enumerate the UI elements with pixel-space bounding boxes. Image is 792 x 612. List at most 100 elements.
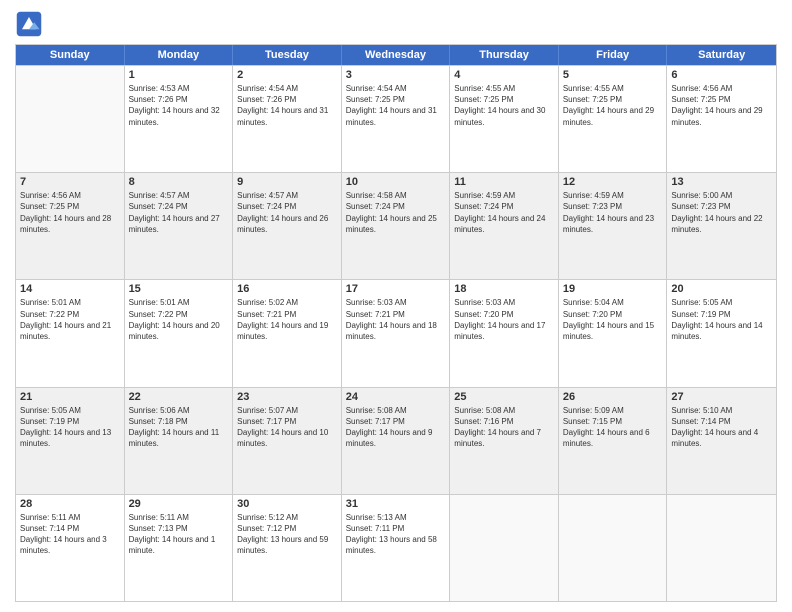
day-cell-27: 27Sunrise: 5:10 AM Sunset: 7:14 PM Dayli…	[667, 388, 776, 494]
day-cell-11: 11 Sunrise: 4:59 AM Sunset: 7:24 PM Dayli…	[450, 173, 559, 279]
day-number: 1	[129, 69, 229, 81]
cell-info: Sunrise: 5:08 AM Sunset: 7:16 PM Dayligh…	[454, 405, 554, 450]
day-cell-7: 7 Sunrise: 4:56 AM Sunset: 7:25 PM Daylig…	[16, 173, 125, 279]
day-number: 19	[563, 283, 663, 295]
day-cell-4: 4Sunrise: 4:55 AM Sunset: 7:25 PM Daylig…	[450, 66, 559, 172]
day-cell-9: 9 Sunrise: 4:57 AM Sunset: 7:24 PM Daylig…	[233, 173, 342, 279]
day-number: 6	[671, 69, 772, 81]
day-number: 26	[563, 391, 663, 403]
day-number: 21	[20, 391, 120, 403]
day-cell-13: 13 Sunrise: 5:00 AM Sunset: 7:23 PM Dayli…	[667, 173, 776, 279]
day-number: 3	[346, 69, 446, 81]
cell-info: Sunrise: 5:05 AM Sunset: 7:19 PM Dayligh…	[20, 405, 120, 450]
day-cell-12: 12 Sunrise: 4:59 AM Sunset: 7:23 PM Dayli…	[559, 173, 668, 279]
day-number: 23	[237, 391, 337, 403]
cell-info: Sunrise: 4:57 AM Sunset: 7:24 PM Dayligh…	[237, 190, 337, 235]
calendar-header: SundayMondayTuesdayWednesdayThursdayFrid…	[16, 45, 776, 65]
day-cell-10: 10 Sunrise: 4:58 AM Sunset: 7:24 PM Dayli…	[342, 173, 451, 279]
day-number: 10	[346, 176, 446, 188]
header-cell-saturday: Saturday	[667, 45, 776, 65]
day-number: 17	[346, 283, 446, 295]
cell-info: Sunrise: 5:00 AM Sunset: 7:23 PM Dayligh…	[671, 190, 772, 235]
cell-info: Sunrise: 5:04 AM Sunset: 7:20 PM Dayligh…	[563, 297, 663, 342]
cell-info: Sunrise: 5:05 AM Sunset: 7:19 PM Dayligh…	[671, 297, 772, 342]
day-cell-26: 26 Sunrise: 5:09 AM Sunset: 7:15 PM Dayli…	[559, 388, 668, 494]
logo-icon	[15, 10, 43, 38]
day-number: 24	[346, 391, 446, 403]
cell-info: Sunrise: 5:06 AM Sunset: 7:18 PM Dayligh…	[129, 405, 229, 450]
day-cell-21: 21 Sunrise: 5:05 AM Sunset: 7:19 PM Dayli…	[16, 388, 125, 494]
empty-cell-4-4	[450, 495, 559, 601]
calendar: SundayMondayTuesdayWednesdayThursdayFrid…	[15, 44, 777, 602]
header-cell-wednesday: Wednesday	[342, 45, 451, 65]
cell-info: Sunrise: 5:11 AM Sunset: 7:13 PM Dayligh…	[129, 512, 229, 557]
logo	[15, 10, 47, 38]
day-number: 2	[237, 69, 337, 81]
day-cell-20: 20Sunrise: 5:05 AM Sunset: 7:19 PM Dayli…	[667, 280, 776, 386]
cell-info: Sunrise: 5:01 AM Sunset: 7:22 PM Dayligh…	[20, 297, 120, 342]
day-number: 22	[129, 391, 229, 403]
day-number: 18	[454, 283, 554, 295]
cell-info: Sunrise: 5:08 AM Sunset: 7:17 PM Dayligh…	[346, 405, 446, 450]
calendar-row-5: 28Sunrise: 5:11 AM Sunset: 7:14 PM Dayli…	[16, 494, 776, 601]
cell-info: Sunrise: 5:03 AM Sunset: 7:21 PM Dayligh…	[346, 297, 446, 342]
day-number: 11	[454, 176, 554, 188]
cell-info: Sunrise: 5:12 AM Sunset: 7:12 PM Dayligh…	[237, 512, 337, 557]
cell-info: Sunrise: 4:56 AM Sunset: 7:25 PM Dayligh…	[671, 83, 772, 128]
day-cell-28: 28Sunrise: 5:11 AM Sunset: 7:14 PM Dayli…	[16, 495, 125, 601]
calendar-row-2: 7 Sunrise: 4:56 AM Sunset: 7:25 PM Daylig…	[16, 172, 776, 279]
day-cell-6: 6 Sunrise: 4:56 AM Sunset: 7:25 PM Daylig…	[667, 66, 776, 172]
day-cell-3: 3 Sunrise: 4:54 AM Sunset: 7:25 PM Daylig…	[342, 66, 451, 172]
day-number: 7	[20, 176, 120, 188]
day-cell-22: 22 Sunrise: 5:06 AM Sunset: 7:18 PM Dayli…	[125, 388, 234, 494]
cell-info: Sunrise: 4:54 AM Sunset: 7:25 PM Dayligh…	[346, 83, 446, 128]
empty-cell-0-0	[16, 66, 125, 172]
day-cell-5: 5 Sunrise: 4:55 AM Sunset: 7:25 PM Daylig…	[559, 66, 668, 172]
calendar-row-4: 21 Sunrise: 5:05 AM Sunset: 7:19 PM Dayli…	[16, 387, 776, 494]
cell-info: Sunrise: 4:59 AM Sunset: 7:23 PM Dayligh…	[563, 190, 663, 235]
cell-info: Sunrise: 5:02 AM Sunset: 7:21 PM Dayligh…	[237, 297, 337, 342]
day-number: 30	[237, 498, 337, 510]
day-number: 5	[563, 69, 663, 81]
cell-info: Sunrise: 4:56 AM Sunset: 7:25 PM Dayligh…	[20, 190, 120, 235]
empty-cell-4-6	[667, 495, 776, 601]
cell-info: Sunrise: 4:55 AM Sunset: 7:25 PM Dayligh…	[563, 83, 663, 128]
cell-info: Sunrise: 5:09 AM Sunset: 7:15 PM Dayligh…	[563, 405, 663, 450]
empty-cell-4-5	[559, 495, 668, 601]
cell-info: Sunrise: 4:54 AM Sunset: 7:26 PM Dayligh…	[237, 83, 337, 128]
header-cell-sunday: Sunday	[16, 45, 125, 65]
cell-info: Sunrise: 4:55 AM Sunset: 7:25 PM Dayligh…	[454, 83, 554, 128]
day-number: 15	[129, 283, 229, 295]
day-cell-23: 23Sunrise: 5:07 AM Sunset: 7:17 PM Dayli…	[233, 388, 342, 494]
day-number: 31	[346, 498, 446, 510]
day-cell-8: 8Sunrise: 4:57 AM Sunset: 7:24 PM Daylig…	[125, 173, 234, 279]
calendar-body: 1 Sunrise: 4:53 AM Sunset: 7:26 PM Daylig…	[16, 65, 776, 601]
day-cell-15: 15 Sunrise: 5:01 AM Sunset: 7:22 PM Dayli…	[125, 280, 234, 386]
day-number: 13	[671, 176, 772, 188]
day-cell-24: 24 Sunrise: 5:08 AM Sunset: 7:17 PM Dayli…	[342, 388, 451, 494]
day-cell-2: 2 Sunrise: 4:54 AM Sunset: 7:26 PM Daylig…	[233, 66, 342, 172]
day-cell-30: 30 Sunrise: 5:12 AM Sunset: 7:12 PM Dayli…	[233, 495, 342, 601]
header-cell-monday: Monday	[125, 45, 234, 65]
day-cell-16: 16Sunrise: 5:02 AM Sunset: 7:21 PM Dayli…	[233, 280, 342, 386]
cell-info: Sunrise: 4:53 AM Sunset: 7:26 PM Dayligh…	[129, 83, 229, 128]
day-number: 25	[454, 391, 554, 403]
day-cell-1: 1 Sunrise: 4:53 AM Sunset: 7:26 PM Daylig…	[125, 66, 234, 172]
day-number: 9	[237, 176, 337, 188]
calendar-row-1: 1 Sunrise: 4:53 AM Sunset: 7:26 PM Daylig…	[16, 65, 776, 172]
day-number: 12	[563, 176, 663, 188]
day-cell-31: 31Sunrise: 5:13 AM Sunset: 7:11 PM Dayli…	[342, 495, 451, 601]
cell-info: Sunrise: 5:01 AM Sunset: 7:22 PM Dayligh…	[129, 297, 229, 342]
day-cell-25: 25 Sunrise: 5:08 AM Sunset: 7:16 PM Dayli…	[450, 388, 559, 494]
page: SundayMondayTuesdayWednesdayThursdayFrid…	[0, 0, 792, 612]
cell-info: Sunrise: 4:59 AM Sunset: 7:24 PM Dayligh…	[454, 190, 554, 235]
day-cell-18: 18 Sunrise: 5:03 AM Sunset: 7:20 PM Dayli…	[450, 280, 559, 386]
header-cell-tuesday: Tuesday	[233, 45, 342, 65]
day-number: 29	[129, 498, 229, 510]
cell-info: Sunrise: 5:11 AM Sunset: 7:14 PM Dayligh…	[20, 512, 120, 557]
day-cell-17: 17 Sunrise: 5:03 AM Sunset: 7:21 PM Dayli…	[342, 280, 451, 386]
cell-info: Sunrise: 4:58 AM Sunset: 7:24 PM Dayligh…	[346, 190, 446, 235]
header	[15, 10, 777, 38]
cell-info: Sunrise: 5:03 AM Sunset: 7:20 PM Dayligh…	[454, 297, 554, 342]
header-cell-thursday: Thursday	[450, 45, 559, 65]
